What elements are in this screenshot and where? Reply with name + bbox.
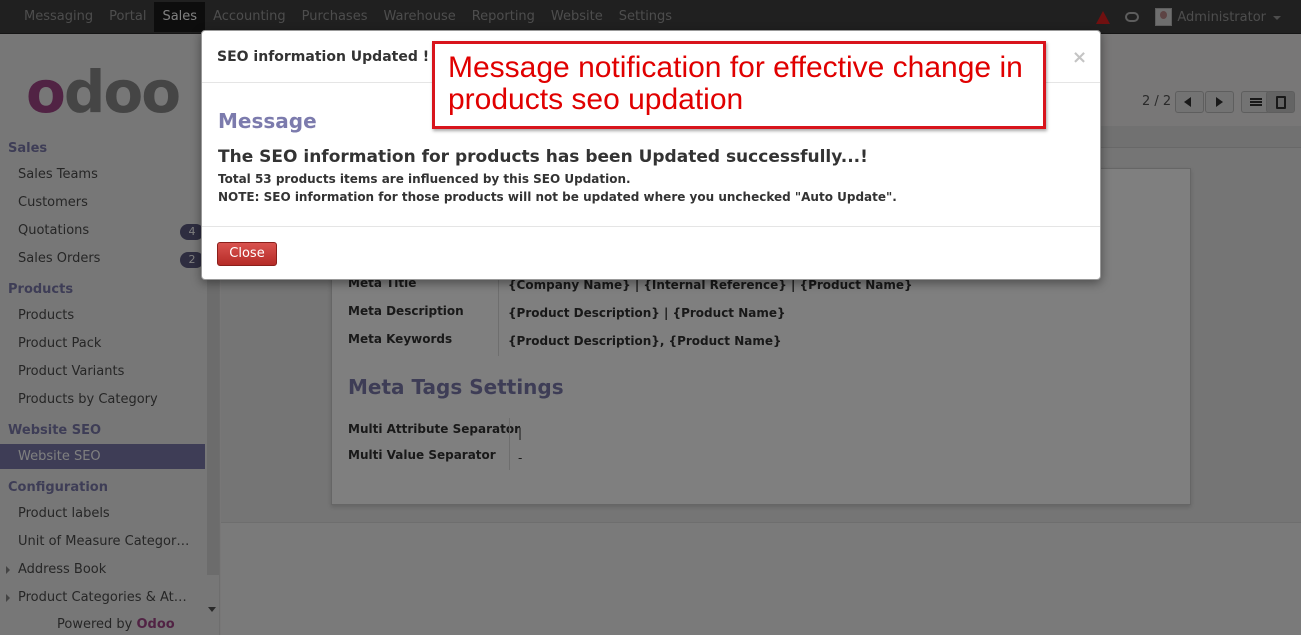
message-main-text: The SEO information for products has bee…	[218, 147, 868, 167]
modal-title: SEO information Updated !	[217, 49, 430, 65]
message-note-line: NOTE: SEO information for those products…	[218, 190, 897, 204]
close-icon[interactable]: ×	[1072, 47, 1087, 68]
message-total-line: Total 53 products items are influenced b…	[218, 172, 631, 186]
annotation-callout: Message notification for effective chang…	[432, 41, 1046, 129]
annotation-callout-text: Message notification for effective chang…	[448, 51, 1023, 116]
close-button[interactable]: Close	[217, 242, 277, 266]
modal-footer-divider	[202, 226, 1100, 227]
message-heading: Message	[218, 109, 317, 133]
